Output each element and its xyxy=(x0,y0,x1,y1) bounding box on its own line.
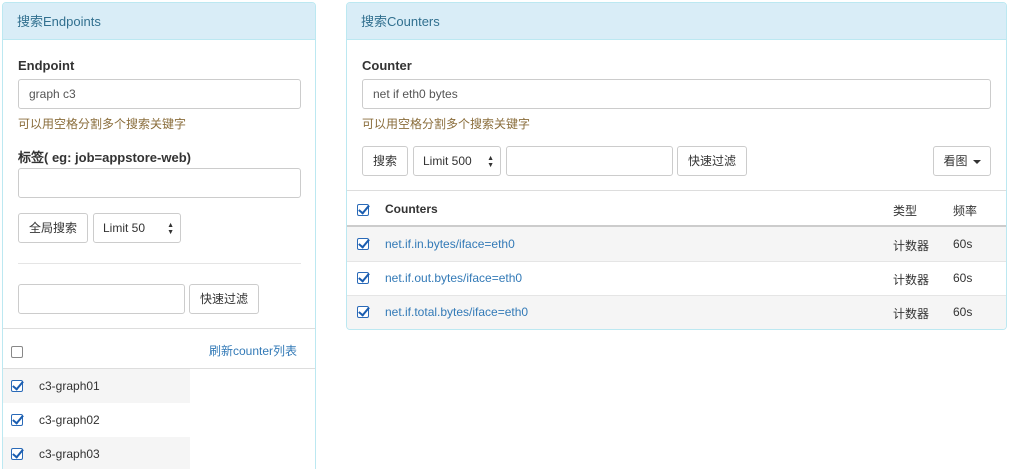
counters-panel: 搜索Counters Counter net if eth0 bytes 可以用… xyxy=(346,2,1007,330)
tag-label: 标签( eg: job=appstore-web) xyxy=(18,150,191,165)
counter-name-link[interactable]: net.if.total.bytes/iface=eth0 xyxy=(385,305,528,319)
counter-step: 60s xyxy=(953,237,973,251)
counter-type: 计数器 xyxy=(893,307,930,321)
counters-column-header: Counters xyxy=(385,202,438,216)
counter-limit-value: Limit 500 xyxy=(423,154,472,168)
endpoint-limit-value: Limit 50 xyxy=(103,221,146,235)
select-all-endpoints-checkbox[interactable] xyxy=(11,346,23,358)
divider xyxy=(347,261,1006,262)
counter-checkbox[interactable] xyxy=(357,306,369,318)
caret-down-icon xyxy=(972,159,981,164)
step-column-header: 频率 xyxy=(953,204,978,218)
select-all-counters-checkbox[interactable] xyxy=(357,204,369,216)
counter-help-text: 可以用空格分割多个搜索关键字 xyxy=(362,117,531,131)
endpoint-quick-filter-button[interactable]: 快速过滤 xyxy=(189,284,259,314)
refresh-counter-list-link[interactable]: 刷新counter列表 xyxy=(209,342,297,359)
endpoints-panel: 搜索Endpoints Endpoint graph c3 可以用空格分割多个搜… xyxy=(2,2,316,469)
counter-name-link[interactable]: net.if.out.bytes/iface=eth0 xyxy=(385,271,522,285)
counter-limit-select[interactable]: Limit 500 ▲ ▼ xyxy=(413,146,501,176)
divider xyxy=(347,190,1006,191)
counter-quick-filter-button[interactable]: 快速过滤 xyxy=(677,146,747,176)
endpoints-panel-title: 搜索Endpoints xyxy=(3,3,315,40)
counter-type: 计数器 xyxy=(893,273,930,287)
select-arrows-icon: ▲ ▼ xyxy=(167,222,174,236)
endpoint-checkbox[interactable] xyxy=(11,380,23,392)
view-graph-dropdown-button[interactable]: 看图 xyxy=(933,146,991,176)
endpoint-search-input[interactable]: graph c3 xyxy=(18,79,301,109)
select-arrows-icon: ▲ ▼ xyxy=(487,155,494,169)
counter-name-link[interactable]: net.if.in.bytes/iface=eth0 xyxy=(385,237,515,251)
counter-filter-input[interactable] xyxy=(506,146,673,176)
endpoint-checkbox[interactable] xyxy=(11,448,23,460)
endpoint-name: c3-graph01 xyxy=(39,379,100,393)
endpoint-limit-select[interactable]: Limit 50 ▲ ▼ xyxy=(93,213,181,243)
endpoint-help-text: 可以用空格分割多个搜索关键字 xyxy=(18,117,187,131)
counter-step: 60s xyxy=(953,271,973,285)
counter-checkbox[interactable] xyxy=(357,238,369,250)
endpoint-filter-input[interactable] xyxy=(18,284,185,314)
counter-step: 60s xyxy=(953,305,973,319)
global-search-button[interactable]: 全局搜索 xyxy=(18,213,88,243)
counter-checkbox[interactable] xyxy=(357,272,369,284)
counter-label: Counter xyxy=(362,58,412,73)
counter-search-input[interactable]: net if eth0 bytes xyxy=(362,79,991,109)
type-column-header: 类型 xyxy=(893,204,918,218)
counter-search-button[interactable]: 搜索 xyxy=(362,146,408,176)
counter-type: 计数器 xyxy=(893,239,930,253)
endpoint-name: c3-graph03 xyxy=(39,447,100,461)
divider xyxy=(18,263,301,264)
view-graph-label: 看图 xyxy=(943,154,968,168)
endpoint-name: c3-graph02 xyxy=(39,413,100,427)
counters-panel-title: 搜索Counters xyxy=(347,3,1006,40)
endpoint-checkbox[interactable] xyxy=(11,414,23,426)
endpoint-label: Endpoint xyxy=(18,58,75,73)
divider xyxy=(3,328,315,329)
tag-input[interactable] xyxy=(18,168,301,198)
